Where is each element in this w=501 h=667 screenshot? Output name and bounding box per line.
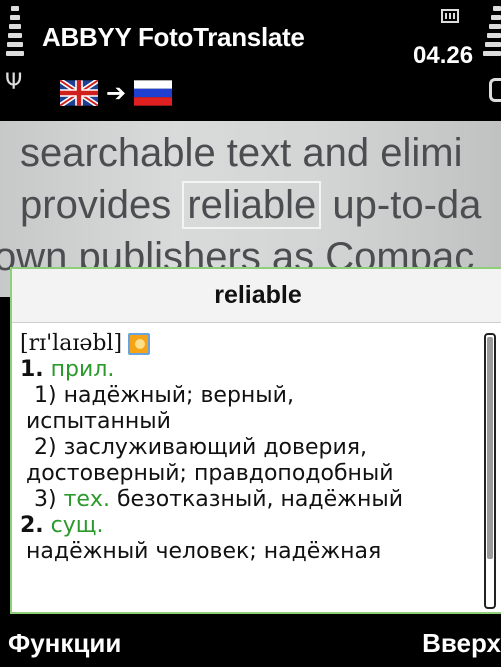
up-softkey[interactable]: Вверх xyxy=(422,628,501,659)
pos-row: 2. сущ. xyxy=(20,513,480,539)
scrollbar-thumb[interactable] xyxy=(487,337,493,559)
domain-label: тех. xyxy=(63,487,110,512)
sense-continuation: достоверный; правдоподобный xyxy=(26,461,394,486)
sense-number: 3) xyxy=(34,487,64,512)
popup-header: reliable xyxy=(12,269,501,323)
photo-text-line: provides reliable up-to-da xyxy=(20,181,481,229)
sense: 2) заслуживающий доверия, xyxy=(34,435,367,460)
sense-text: безотказный, надёжный xyxy=(109,487,404,512)
photo-text-segment: up-to-da xyxy=(321,183,482,227)
sense: 3) тех. безотказный, надёжный xyxy=(20,487,480,513)
antenna-icon: Ψ xyxy=(5,70,23,95)
language-direction[interactable]: ➔ xyxy=(60,78,173,108)
part-of-speech: сущ. xyxy=(50,513,104,538)
sound-icon[interactable] xyxy=(128,333,151,355)
selected-word[interactable]: reliable xyxy=(182,181,322,229)
clock: 04.26 xyxy=(413,42,474,69)
dictionary-entry: [rɪ'laɪəbl] 1. прил. 1) надёжный; верный… xyxy=(20,331,480,565)
softkey-bar: Функции Вверх xyxy=(0,614,501,667)
part-of-speech: прил. xyxy=(50,357,115,382)
app-title: ABBYY FotoTranslate xyxy=(42,22,305,52)
scrollbar[interactable] xyxy=(484,333,496,609)
dictionary-popup[interactable]: reliable [rɪ'laɪəbl] 1. прил. 1) надёжны… xyxy=(10,267,501,614)
sense: 1) надёжный; верный, xyxy=(34,383,294,408)
entry-number: 2. xyxy=(20,513,44,538)
arrow-right-icon: ➔ xyxy=(106,79,127,107)
transcription-row: [rɪ'laɪəbl] xyxy=(20,331,480,357)
network-icon xyxy=(441,9,459,23)
headword: reliable xyxy=(214,281,302,309)
functions-softkey[interactable]: Функции xyxy=(8,628,121,659)
entry-number: 1. xyxy=(20,357,44,382)
sense-continuation: испытанный xyxy=(26,409,171,434)
photo-text-line: searchable text and elimi xyxy=(20,131,463,175)
pos-row: 1. прил. xyxy=(20,357,480,383)
photo-text-segment: provides xyxy=(20,183,183,227)
transcription: [rɪ'laɪəbl] xyxy=(20,331,123,356)
battery-level-icon xyxy=(483,6,501,68)
uk-flag-icon xyxy=(60,80,98,106)
status-bar: Ψ ABBYY FotoTranslate ➔ 04.26 xyxy=(0,0,501,121)
ru-flag-icon xyxy=(134,80,173,106)
battery-icon xyxy=(489,78,501,102)
sense: надёжный человек; надёжная xyxy=(26,539,382,564)
signal-strength-icon xyxy=(6,6,24,68)
